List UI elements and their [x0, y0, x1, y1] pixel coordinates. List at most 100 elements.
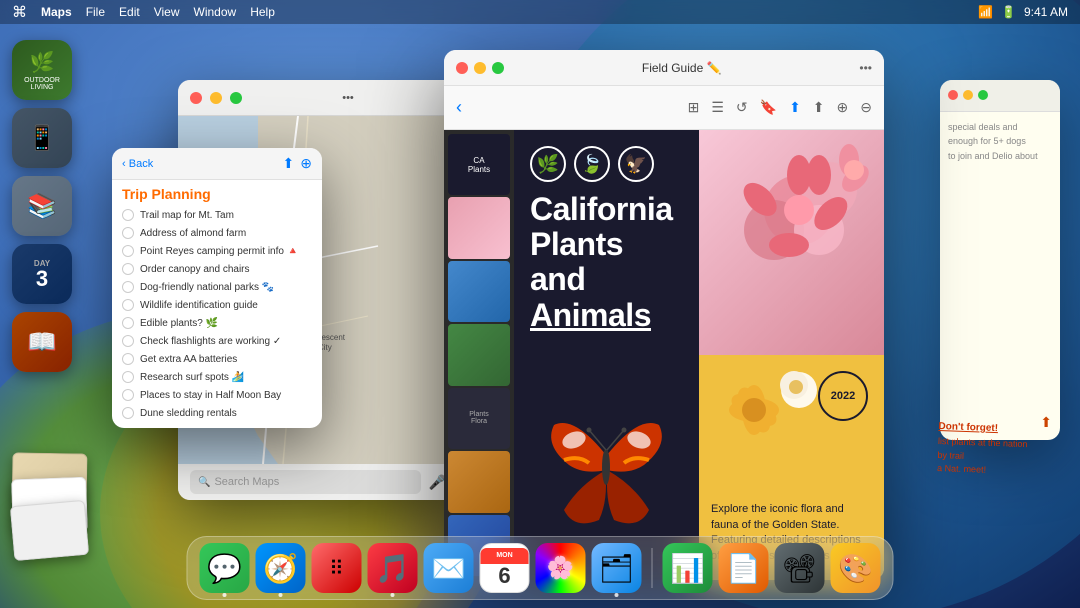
reminder-checkbox[interactable]	[122, 263, 134, 275]
maximize-button[interactable]	[230, 92, 242, 104]
sticky-note-content: list plants at the nation by trail a Nat…	[937, 435, 1053, 479]
book-maximize-button[interactable]	[492, 62, 504, 74]
battery-icon: 🔋	[1001, 5, 1016, 19]
app-menu-maps[interactable]: Maps	[41, 5, 72, 19]
minimize-button[interactable]	[210, 92, 222, 104]
sidebar-app-3[interactable]: 📚	[12, 176, 72, 236]
book-zoom-in[interactable]: ⊕	[837, 99, 849, 116]
reminder-item[interactable]: Places to stay in Half Moon Bay	[112, 386, 322, 404]
reminder-item[interactable]: Edible plants? 🌿	[112, 314, 322, 332]
yellow-flowers-svg	[699, 355, 839, 455]
bird-icon-circle: 🦅	[618, 146, 654, 182]
book-thumb-3[interactable]	[448, 261, 510, 322]
reminder-item[interactable]: Get extra AA batteries	[112, 350, 322, 368]
book-cover-title: California Plants and Animals	[530, 192, 683, 333]
app-running-dot	[223, 593, 227, 597]
dock-launchpad[interactable]: ⠿	[312, 543, 362, 593]
reminder-item[interactable]: Wildlife identification guide	[112, 296, 322, 314]
book-toolbar: ‹ ⊞ ☰ ↺ 🔖 ⬆ ⬆ ⊕ ⊖	[444, 86, 884, 130]
menu-help[interactable]: Help	[250, 5, 275, 19]
menu-edit[interactable]: Edit	[119, 5, 140, 19]
map-dots-menu[interactable]: •••	[250, 92, 446, 104]
book-cover-top-left: 🌿 🍃 🦅 California Plants and Animals	[514, 130, 699, 355]
menu-window[interactable]: Window	[194, 5, 237, 19]
flowers-svg	[699, 130, 884, 355]
reminder-checkbox[interactable]	[122, 389, 134, 401]
menu-view[interactable]: View	[154, 5, 180, 19]
reminder-checkbox[interactable]	[122, 371, 134, 383]
dock-pages[interactable]: 📄	[719, 543, 769, 593]
sidebar-icons: 🌿 OUTDOORLIVING 📱 📚 DAY 3 📖	[12, 40, 72, 372]
mini-window-1[interactable]	[10, 500, 90, 561]
book-titlebar: Field Guide ✏️ •••	[444, 50, 884, 86]
dock-messages[interactable]: 💬	[200, 543, 250, 593]
dock-keynote[interactable]: 📽	[775, 543, 825, 593]
new-reminder-button[interactable]: ⊕ New Reminder	[112, 422, 322, 428]
book-bookmark[interactable]: 🔖	[760, 99, 777, 116]
freeform-icon: 🎨	[838, 552, 873, 585]
map-search-input[interactable]: 🔍 Search Maps	[190, 470, 421, 494]
book-refresh[interactable]: ↺	[736, 99, 748, 116]
sidebar-app-outdoor-living[interactable]: 🌿 OUTDOORLIVING	[12, 40, 72, 100]
reminder-item[interactable]: Dune sledding rentals	[112, 404, 322, 422]
book-thumb-6[interactable]	[448, 451, 510, 512]
sidebar-app-2[interactable]: 📱	[12, 108, 72, 168]
book-thumb-2[interactable]	[448, 197, 510, 258]
wifi-icon: 📶	[978, 5, 993, 19]
book-cover: 🌿 🍃 🦅 California Plants and Animals	[514, 130, 884, 580]
reminder-item[interactable]: Trail map for Mt. Tam	[112, 206, 322, 224]
reminder-checkbox[interactable]	[122, 407, 134, 419]
reminder-item[interactable]: Research surf spots 🏄	[112, 368, 322, 386]
book-minimize-button[interactable]	[474, 62, 486, 74]
sidebar-app-day3[interactable]: DAY 3	[12, 244, 72, 304]
book-thumb-1[interactable]: CAPlants	[448, 134, 510, 195]
reminder-checkbox[interactable]	[122, 245, 134, 257]
reminder-item[interactable]: Order canopy and chairs	[112, 260, 322, 278]
close-button[interactable]	[190, 92, 202, 104]
menu-file[interactable]: File	[86, 5, 105, 19]
dock: 💬 🧭 ⠿ 🎵 ✉️ MON 6 🌸 🗂 📊 📄 📽 🎨	[187, 536, 894, 600]
dock-mail[interactable]: ✉️	[424, 543, 474, 593]
book-back-nav[interactable]: ‹	[456, 97, 462, 118]
book-share[interactable]: ⬆	[789, 99, 801, 116]
dock-calendar[interactable]: MON 6	[480, 543, 530, 593]
apple-menu[interactable]: ⌘	[12, 3, 27, 21]
reminder-checkbox[interactable]	[122, 317, 134, 329]
reminder-checkbox[interactable]	[122, 281, 134, 293]
messages-icon: 💬	[207, 552, 242, 585]
book-share2[interactable]: ⬆	[813, 99, 825, 116]
book-list-view[interactable]: ☰	[711, 99, 724, 116]
dock-freeform[interactable]: 🎨	[831, 543, 881, 593]
reminders-share-button[interactable]: ⬆	[283, 155, 295, 172]
book-grid-view[interactable]: ⊞	[688, 99, 700, 116]
book-close-button[interactable]	[456, 62, 468, 74]
notes-close[interactable]	[948, 90, 958, 100]
app-running-dot	[279, 593, 283, 597]
book-zoom-out[interactable]: ⊖	[860, 99, 872, 116]
dock-music[interactable]: 🎵	[368, 543, 418, 593]
reminders-back-button[interactable]: ‹ Back	[122, 158, 153, 170]
book-thumb-5[interactable]: PlantsFlora	[448, 388, 510, 449]
dock-safari[interactable]: 🧭	[256, 543, 306, 593]
reminder-checkbox[interactable]	[122, 353, 134, 365]
reminder-item[interactable]: Address of almond farm	[112, 224, 322, 242]
notes-maximize[interactable]	[978, 90, 988, 100]
notes-minimize[interactable]	[963, 90, 973, 100]
dock-photos[interactable]: 🌸	[536, 543, 586, 593]
reminder-checkbox[interactable]	[122, 335, 134, 347]
reminder-checkbox[interactable]	[122, 227, 134, 239]
reminder-item[interactable]: Check flashlights are working ✓	[112, 332, 322, 350]
reminder-checkbox[interactable]	[122, 209, 134, 221]
dock-finder[interactable]: 🗂	[592, 543, 642, 593]
sidebar-app-5[interactable]: 📖	[12, 312, 72, 372]
book-main-content[interactable]: 🌿 🍃 🦅 California Plants and Animals	[514, 130, 884, 580]
reminder-item[interactable]: Dog-friendly national parks 🐾	[112, 278, 322, 296]
reminder-checkbox[interactable]	[122, 299, 134, 311]
book-thumb-4[interactable]	[448, 324, 510, 385]
reminders-list: Trail map for Mt. Tam Address of almond …	[112, 206, 322, 422]
reminder-item[interactable]: Point Reyes camping permit info 🔺	[112, 242, 322, 260]
dock-divider	[652, 548, 653, 588]
book-dots-menu[interactable]: •••	[859, 61, 872, 75]
dock-numbers[interactable]: 📊	[663, 543, 713, 593]
reminders-more-button[interactable]: ⊕	[300, 155, 312, 172]
